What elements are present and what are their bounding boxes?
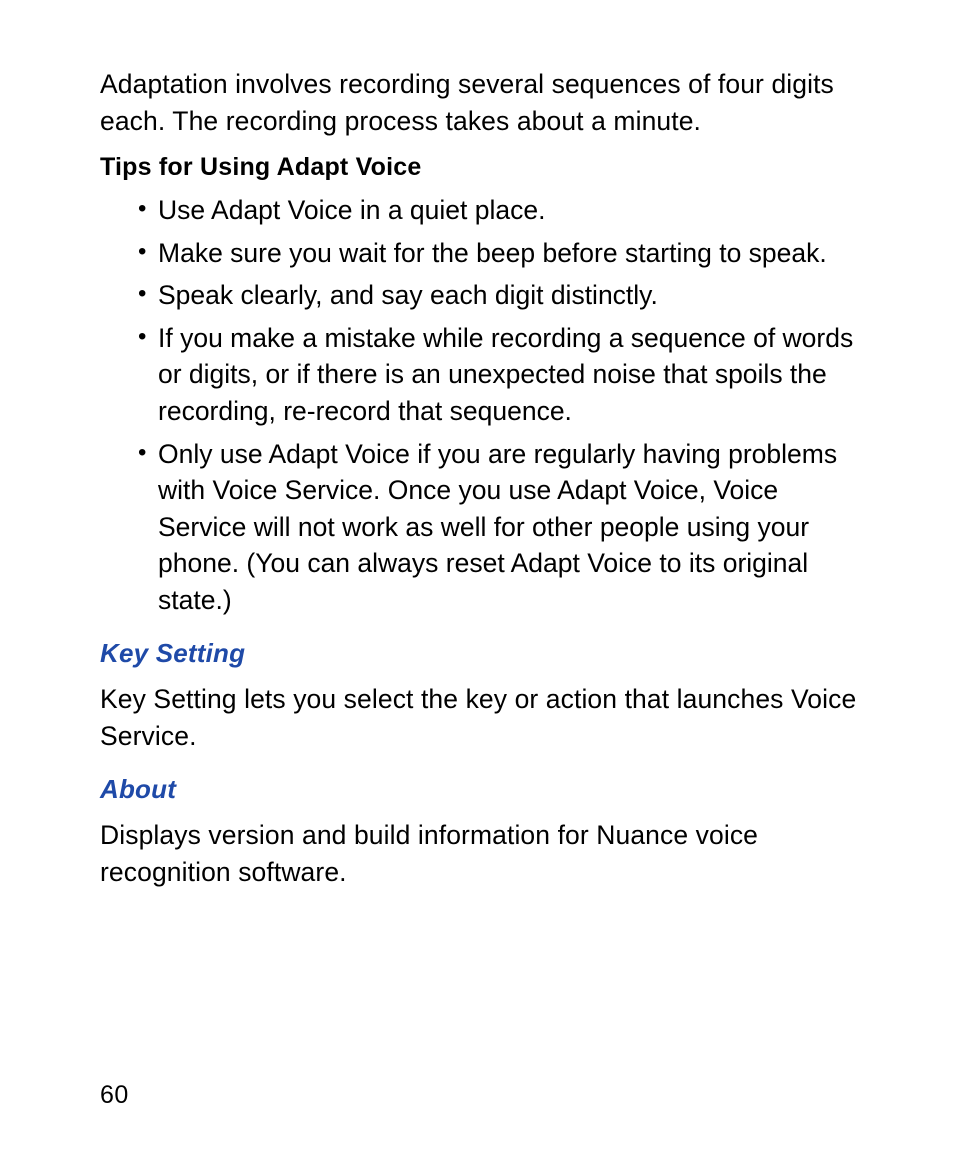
section-body-key-setting: Key Setting lets you select the key or a… (100, 681, 864, 754)
tips-list-item: Speak clearly, and say each digit distin… (140, 277, 864, 314)
tips-list-item: Use Adapt Voice in a quiet place. (140, 192, 864, 229)
intro-paragraph: Adaptation involves recording several se… (100, 66, 864, 139)
section-body-about: Displays version and build information f… (100, 817, 864, 890)
manual-page: Adaptation involves recording several se… (0, 0, 954, 1172)
tips-list-item: If you make a mistake while recording a … (140, 320, 864, 430)
tips-list-item: Only use Adapt Voice if you are regularl… (140, 436, 864, 619)
section-heading-about: About (100, 774, 864, 805)
page-number: 60 (100, 1081, 129, 1110)
tips-list: Use Adapt Voice in a quiet place. Make s… (100, 192, 864, 618)
section-heading-key-setting: Key Setting (100, 638, 864, 669)
tips-heading: Tips for Using Adapt Voice (100, 153, 864, 182)
tips-list-item: Make sure you wait for the beep before s… (140, 235, 864, 272)
